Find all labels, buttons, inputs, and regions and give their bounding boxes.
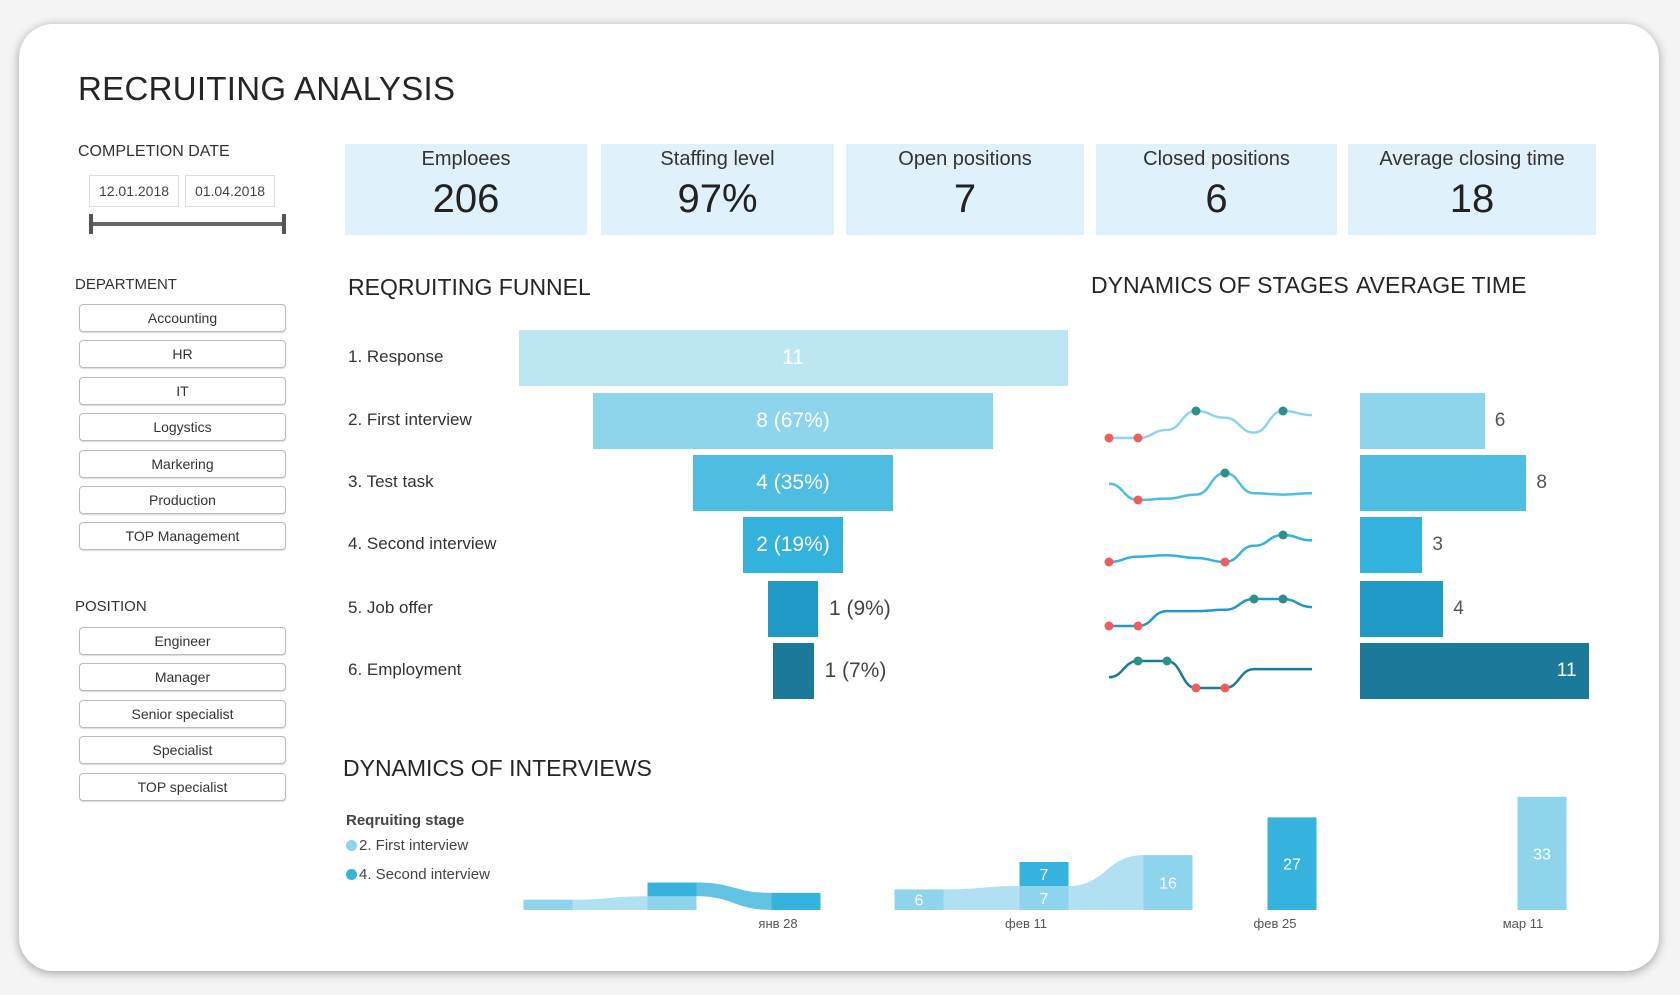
interview-ribbon	[1068, 855, 1144, 910]
interview-data-label: 7	[1040, 891, 1049, 908]
interview-data-label: 7	[1040, 867, 1049, 884]
x-axis-tick-label: мар 11	[1502, 916, 1544, 931]
interviews-chart: 6 7 7 16 27 33	[523, 796, 1567, 910]
interview-ribbon	[696, 882, 772, 910]
interview-data-label: 16	[1159, 876, 1177, 893]
interview-data-label: 33	[1533, 846, 1551, 863]
interview-ribbon	[943, 885, 1020, 910]
x-axis-tick-label: янв 28	[758, 916, 798, 931]
interview-bar	[523, 899, 573, 910]
interview-data-label: 6	[915, 893, 924, 910]
interview-bar	[647, 896, 697, 910]
x-axis-tick-label: фев 25	[1253, 916, 1297, 931]
interview-bar	[647, 882, 697, 897]
interview-bar	[771, 892, 821, 910]
x-axis-tick-label: фев 11	[1005, 916, 1047, 931]
interview-ribbon	[572, 896, 648, 910]
interview-data-label: 27	[1283, 857, 1301, 874]
